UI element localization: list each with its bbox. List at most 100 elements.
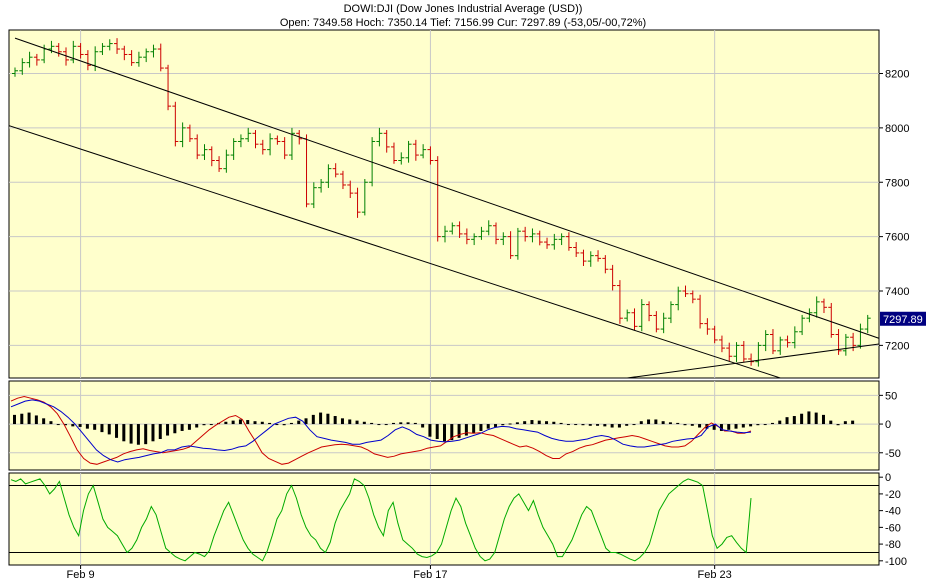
macd-hist-bar	[319, 412, 323, 425]
macd-hist-bar	[792, 416, 796, 425]
macd-hist-bar	[246, 420, 250, 425]
macd-hist-bar	[377, 424, 381, 426]
price-ytick-label: 7200	[885, 340, 909, 352]
williams-ytick-label: 0	[885, 472, 891, 484]
macd-hist-bar	[778, 420, 782, 425]
macd-hist-bar	[807, 411, 811, 425]
macd-hist-bar	[581, 424, 585, 426]
macd-hist-bar	[654, 419, 658, 425]
macd-hist-bar	[435, 424, 439, 439]
macd-hist-bar	[741, 424, 745, 428]
macd-hist-bar	[625, 424, 629, 426]
macd-hist-bar	[289, 422, 293, 425]
macd-hist-bar	[180, 424, 184, 431]
macd-hist-bar	[829, 420, 833, 425]
macd-hist-bar	[129, 424, 133, 444]
macd-hist-bar	[428, 424, 432, 437]
macd-hist-bar	[231, 420, 235, 425]
macd-hist-bar	[115, 424, 119, 438]
macd-hist-bar	[479, 424, 483, 431]
macd-hist-bar	[348, 419, 352, 425]
macd-hist-bar	[78, 424, 82, 427]
price-plot-area	[8, 29, 880, 379]
macd-hist-bar	[632, 424, 636, 426]
macd-hist-bar	[443, 424, 446, 442]
macd-hist-bar	[370, 422, 374, 425]
williams-plot-area	[8, 472, 880, 566]
macd-hist-bar	[209, 424, 213, 426]
macd-hist-bar	[391, 422, 395, 425]
price-panel: 7200 7400 7600 7800 8000 8200 7297.89	[8, 29, 926, 379]
macd-panel: 50 0 -50	[8, 380, 901, 471]
macd-hist-bar	[100, 424, 104, 433]
macd-hist-bar	[486, 424, 490, 429]
macd-hist-bar	[530, 420, 534, 425]
macd-hist-bar	[136, 424, 140, 445]
macd-hist-bar	[508, 423, 512, 425]
macd-hist-bar	[552, 421, 556, 425]
macd-hist-bar	[107, 424, 111, 435]
macd-hist-bar	[268, 422, 272, 425]
macd-hist-bar	[238, 419, 242, 425]
williams-ytick-label: -80	[885, 539, 901, 551]
macd-hist-bar	[355, 420, 359, 425]
price-ytick-label: 8200	[885, 69, 909, 81]
chart-title: DOWI:DJI (Dow Jones Industrial Average (…	[344, 3, 583, 15]
macd-hist-bar	[668, 422, 672, 425]
macd-hist-bar	[836, 424, 840, 426]
chart-subtitle: Open: 7349.58 Hoch: 7350.14 Tief: 7156.9…	[280, 17, 646, 29]
macd-hist-bar	[727, 424, 731, 430]
macd-hist-bar	[472, 424, 476, 434]
macd-hist-bar	[814, 412, 818, 425]
macd-hist-bar	[71, 424, 75, 427]
macd-hist-bar	[224, 421, 228, 425]
macd-hist-bar	[800, 413, 804, 425]
macd-ytick-label: 0	[885, 419, 891, 431]
macd-hist-bar	[501, 424, 505, 426]
macd-hist-bar	[574, 424, 578, 426]
macd-hist-bar	[603, 424, 607, 427]
macd-hist-bar	[333, 416, 337, 425]
macd-hist-bar	[596, 424, 600, 426]
macd-hist-bar	[297, 420, 301, 425]
macd-hist-bar	[785, 417, 789, 425]
macd-hist-bar	[523, 421, 527, 425]
macd-hist-bar	[195, 424, 199, 428]
current-value-label: 7297.89	[883, 314, 923, 326]
macd-hist-bar	[275, 424, 279, 426]
price-ytick-label: 7400	[885, 286, 909, 298]
macd-hist-bar	[843, 421, 847, 425]
macd-hist-bar	[406, 422, 410, 425]
macd-hist-bar	[49, 421, 53, 425]
williams-panel: 0 -20 -40 -60 -80 -100	[8, 472, 907, 568]
macd-hist-bar	[588, 424, 592, 426]
macd-ytick-label: 50	[885, 390, 897, 402]
macd-hist-bar	[34, 415, 38, 425]
macd-hist-bar	[27, 412, 31, 425]
macd-hist-bar	[158, 424, 162, 439]
macd-hist-bar	[13, 414, 16, 425]
macd-hist-bar	[326, 413, 330, 425]
macd-hist-bar	[683, 424, 687, 426]
x-tick-label: Feb 17	[413, 569, 447, 581]
macd-hist-bar	[647, 419, 651, 425]
macd-hist-bar	[85, 424, 89, 429]
macd-hist-bar	[690, 424, 694, 426]
macd-hist-bar	[617, 424, 621, 428]
macd-hist-bar	[851, 420, 855, 425]
macd-hist-bar	[756, 424, 760, 426]
x-tick-label: Feb 9	[67, 569, 95, 581]
macd-hist-bar	[93, 424, 97, 430]
macd-hist-bar	[559, 422, 563, 425]
macd-hist-bar	[260, 421, 264, 425]
williams-ytick-label: -40	[885, 506, 901, 518]
macd-hist-bar	[770, 422, 774, 425]
macd-hist-bar	[20, 413, 24, 425]
macd-hist-bar	[202, 424, 206, 426]
macd-hist-bar	[421, 424, 425, 428]
chart-canvas: DOWI:DJI (Dow Jones Industrial Average (…	[0, 0, 926, 585]
macd-hist-bar	[749, 424, 753, 427]
price-ytick-label: 8000	[885, 123, 909, 135]
price-ytick-label: 7600	[885, 232, 909, 244]
macd-hist-bar	[457, 424, 461, 438]
